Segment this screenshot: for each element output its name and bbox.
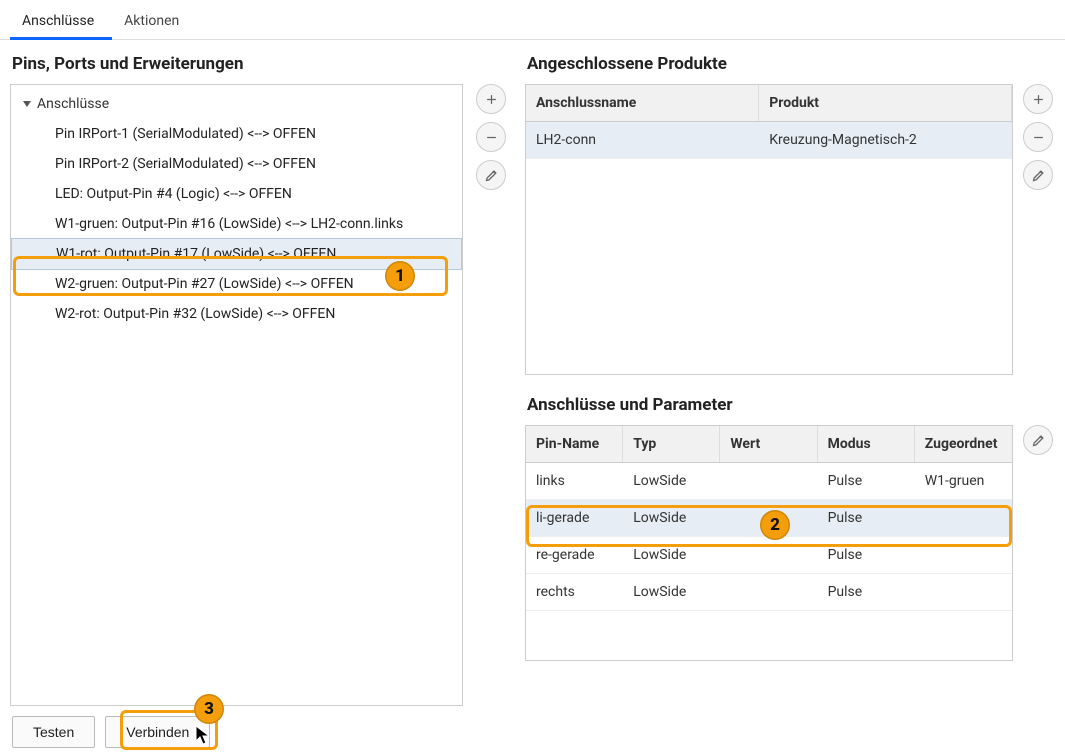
pin-tree[interactable]: Anschlüsse Pin IRPort-1 (SerialModulated… xyxy=(10,84,463,706)
remove-icon[interactable] xyxy=(1023,122,1053,152)
cell: Pulse xyxy=(818,574,915,610)
tree-item[interactable]: LED: Output-Pin #4 (Logic) <--> OFFEN xyxy=(11,179,462,209)
cell: LowSide xyxy=(623,537,720,573)
chevron-down-icon[interactable] xyxy=(23,101,31,107)
col-pinname: Pin-Name xyxy=(526,426,623,462)
col-modus: Modus xyxy=(818,426,915,462)
callout-marker-3: 3 xyxy=(194,694,224,724)
products-header: Anschlussname Produkt xyxy=(525,84,1013,122)
connect-button[interactable]: Verbinden xyxy=(105,716,210,748)
tree-item[interactable]: W1-gruen: Output-Pin #16 (LowSide) <--> … xyxy=(11,209,462,239)
col-produkt: Produkt xyxy=(759,85,1012,121)
cell: li-gerade xyxy=(526,500,623,536)
col-zugeordnet: Zugeordnet xyxy=(915,426,1012,462)
tabs-bar: Anschlüsse Aktionen xyxy=(0,0,1065,40)
add-icon[interactable] xyxy=(1023,84,1053,114)
tab-aktionen[interactable]: Aktionen xyxy=(112,3,197,39)
tree-item[interactable]: Pin IRPort-1 (SerialModulated) <--> OFFE… xyxy=(11,119,462,149)
cell: re-gerade xyxy=(526,537,623,573)
callout-marker-1: 1 xyxy=(385,261,415,291)
cell: LowSide xyxy=(623,500,720,536)
params-row[interactable]: links LowSide Pulse W1-gruen xyxy=(526,463,1012,500)
products-title: Angeschlossene Produkte xyxy=(527,54,1055,74)
cell: rechts xyxy=(526,574,623,610)
params-row[interactable]: re-gerade LowSide Pulse xyxy=(526,537,1012,574)
params-title: Anschlüsse und Parameter xyxy=(527,395,1055,415)
cell: links xyxy=(526,463,623,499)
cell xyxy=(915,537,1012,573)
edit-icon[interactable] xyxy=(1023,425,1053,455)
cell xyxy=(915,500,1012,536)
cell: LowSide xyxy=(623,463,720,499)
cell xyxy=(720,574,817,610)
cell: LowSide xyxy=(623,574,720,610)
tree-item[interactable]: Pin IRPort-2 (SerialModulated) <--> OFFE… xyxy=(11,149,462,179)
tab-anschluesse[interactable]: Anschlüsse xyxy=(10,3,112,39)
col-typ: Typ xyxy=(623,426,720,462)
cell: W1-gruen xyxy=(915,463,1012,499)
tree-root-label: Anschlüsse xyxy=(37,96,109,112)
edit-icon[interactable] xyxy=(1023,160,1053,190)
col-wert: Wert xyxy=(720,426,817,462)
cell-anschlussname: LH2-conn xyxy=(526,122,759,158)
products-row[interactable]: LH2-conn Kreuzung-Magnetisch-2 xyxy=(526,122,1012,159)
cell: Pulse xyxy=(818,463,915,499)
cell xyxy=(915,574,1012,610)
params-row[interactable]: rechts LowSide Pulse xyxy=(526,574,1012,611)
cell-produkt: Kreuzung-Magnetisch-2 xyxy=(759,122,1012,158)
params-table[interactable]: links LowSide Pulse W1-gruen li-gerade L… xyxy=(525,463,1013,661)
pins-title: Pins, Ports und Erweiterungen xyxy=(12,54,505,74)
callout-marker-2: 2 xyxy=(760,510,790,540)
test-button[interactable]: Testen xyxy=(12,716,95,748)
cell xyxy=(720,537,817,573)
params-header: Pin-Name Typ Wert Modus Zugeordnet xyxy=(525,425,1013,463)
cell: Pulse xyxy=(818,500,915,536)
cell: Pulse xyxy=(818,537,915,573)
col-anschlussname: Anschlussname xyxy=(526,85,759,121)
products-table[interactable]: LH2-conn Kreuzung-Magnetisch-2 xyxy=(525,122,1013,375)
cell xyxy=(720,463,817,499)
tree-item[interactable]: W2-rot: Output-Pin #32 (LowSide) <--> OF… xyxy=(11,299,462,329)
tree-root-node[interactable]: Anschlüsse xyxy=(11,89,462,119)
